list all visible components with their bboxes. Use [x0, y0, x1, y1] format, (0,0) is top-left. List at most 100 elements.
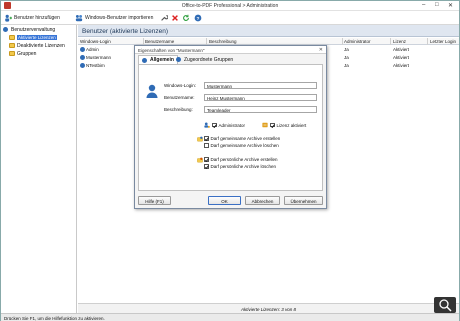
username-field[interactable]: Heinz Mustermann: [204, 94, 317, 101]
users-icon: [3, 27, 8, 32]
cell-license: Aktiviert: [393, 63, 410, 68]
column-header[interactable]: Administrator: [344, 39, 371, 44]
checkbox-box: [204, 157, 209, 162]
magnifier-overlay[interactable]: [434, 297, 456, 313]
add-user-icon: [5, 14, 12, 22]
tree-item-active-licenses[interactable]: Aktivierte Lizenzen: [9, 34, 57, 41]
help-button[interactable]: Hilfe (F1): [138, 196, 171, 205]
folder-icon: [9, 35, 15, 40]
checkbox-box: [204, 164, 209, 169]
column-header[interactable]: Beschreibung: [209, 39, 237, 44]
license-active-checkbox[interactable]: Lizenz aktiviert: [262, 122, 306, 128]
tree-root-user-management[interactable]: Benutzerverwaltung: [3, 26, 55, 33]
tree-item-groups[interactable]: Gruppen: [9, 50, 36, 57]
dialog-close-icon[interactable]: ✕: [319, 47, 323, 53]
dialog-title-bar[interactable]: Eigenschaften von "Mustermann" ✕: [135, 46, 326, 54]
column-header[interactable]: Benutzername: [145, 39, 174, 44]
column-header[interactable]: Lizenz: [393, 39, 406, 44]
cell-license: Aktiviert: [393, 55, 410, 60]
login-label: Windows-Login:: [164, 83, 197, 88]
title-bar: Office-to-PDF Professional > Administrat…: [1, 1, 459, 11]
column-divider[interactable]: [390, 38, 391, 45]
window-title: Office-to-PDF Professional > Administrat…: [181, 3, 279, 9]
cell-login: NTestbim: [80, 63, 105, 69]
toolbar: Benutzer hinzufügen Windows-Benutzer imp…: [1, 11, 459, 25]
cell-admin: Ja: [344, 47, 349, 52]
tab-label: Zugeordnete Gruppen: [184, 56, 234, 63]
add-user-button[interactable]: Benutzer hinzufügen: [4, 13, 60, 23]
shared-create-checkbox[interactable]: Darf gemeinsame Archive erstellen: [204, 136, 280, 141]
magnifier-icon: [439, 299, 452, 312]
checkbox-label: Darf persönliche Archive erstellen: [210, 157, 278, 162]
checkbox-label: Darf persönliche Archive löschen: [210, 164, 277, 169]
admin-icon: [204, 122, 210, 128]
table-header: Windows-Login Benutzername Beschreibung …: [78, 38, 459, 45]
tree-item-label: Deaktivierte Lizenzen: [17, 42, 65, 49]
user-icon: [80, 55, 85, 61]
user-icon: [142, 57, 147, 63]
user-icon: [80, 47, 85, 53]
checkbox-box: [212, 122, 217, 128]
checkbox-label: Darf gemeinsame Archive löschen: [210, 143, 279, 148]
close-icon[interactable]: ✕: [448, 2, 453, 9]
checkbox-box: [204, 136, 209, 141]
status-text: Drücken Sie F1, um die Hilfefunktion zu …: [4, 315, 105, 321]
help-icon[interactable]: ?: [194, 14, 202, 22]
user-icon: [80, 63, 85, 69]
navigation-tree: Benutzerverwaltung Aktivierte Lizenzen D…: [1, 25, 77, 313]
checkbox-label: Darf gemeinsame Archive erstellen: [210, 136, 281, 141]
personal-archive-icon: [197, 157, 203, 163]
refresh-icon[interactable]: [182, 14, 190, 22]
user-properties-dialog: Eigenschaften von "Mustermann" ✕ Allgeme…: [134, 45, 327, 209]
tree-item-deactivated-licenses[interactable]: Deaktivierte Lizenzen: [9, 42, 65, 49]
general-tab-panel: Windows-Login: Mustermann Benutzername: …: [138, 64, 323, 191]
shared-delete-checkbox[interactable]: Darf gemeinsame Archive löschen: [204, 143, 279, 148]
tree-root-label: Benutzerverwaltung: [11, 26, 56, 33]
maximize-icon[interactable]: □: [435, 2, 439, 8]
shared-archive-icon: [197, 136, 203, 142]
username-label: Benutzername:: [164, 95, 195, 100]
description-label: Beschreibung:: [164, 107, 193, 112]
column-divider[interactable]: [206, 38, 207, 45]
folder-icon: [9, 51, 15, 56]
column-divider[interactable]: [143, 38, 144, 45]
group-icon: [176, 57, 181, 62]
tab-label: Allgemein: [150, 57, 174, 63]
checkbox-label: Lizenz aktiviert: [276, 122, 307, 128]
personal-create-checkbox[interactable]: Darf persönliche Archive erstellen: [204, 157, 278, 162]
description-field[interactable]: Teamleader: [204, 106, 317, 113]
column-header[interactable]: Windows-Login: [80, 39, 111, 44]
license-icon: [262, 122, 268, 128]
delete-icon[interactable]: [171, 14, 179, 22]
cell-admin: Ja: [344, 55, 349, 60]
license-summary: Aktivierte Lizenzen: 3 von 8: [78, 303, 459, 313]
ok-button[interactable]: OK: [208, 196, 241, 205]
login-field[interactable]: Mustermann: [204, 82, 317, 89]
tab-general[interactable]: Allgemein: [138, 55, 178, 64]
import-users-button[interactable]: Windows-Benutzer importieren: [75, 13, 153, 23]
import-users-label: Windows-Benutzer importieren: [85, 15, 154, 21]
dialog-title: Eigenschaften von "Mustermann": [138, 47, 205, 53]
wrench-icon[interactable]: [160, 14, 168, 22]
checkbox-box: [270, 122, 275, 128]
checkbox-box: [204, 143, 209, 148]
status-bar: Drücken Sie F1, um die Hilfefunktion zu …: [1, 313, 459, 321]
column-divider[interactable]: [427, 38, 428, 45]
column-divider[interactable]: [342, 38, 343, 45]
tab-assigned-groups[interactable]: Zugeordnete Gruppen: [173, 55, 236, 64]
cell-admin: Ja: [344, 63, 349, 68]
tree-item-label: Gruppen: [17, 50, 37, 57]
cancel-button[interactable]: Abbrechen: [245, 196, 280, 205]
cell-license: Aktiviert: [393, 47, 410, 52]
column-header[interactable]: Letzter Login: [430, 39, 456, 44]
import-users-icon: [75, 14, 83, 22]
checkbox-label: Administrator: [218, 122, 246, 128]
cell-login: Admin: [80, 47, 99, 53]
administrator-checkbox[interactable]: Administrator: [204, 122, 245, 128]
minimize-icon[interactable]: –: [422, 2, 425, 8]
apply-button[interactable]: Übernehmen: [284, 196, 323, 205]
user-avatar-icon: [146, 84, 158, 98]
folder-icon: [9, 43, 15, 48]
svg-text:?: ?: [197, 16, 200, 22]
personal-delete-checkbox[interactable]: Darf persönliche Archive löschen: [204, 164, 276, 169]
